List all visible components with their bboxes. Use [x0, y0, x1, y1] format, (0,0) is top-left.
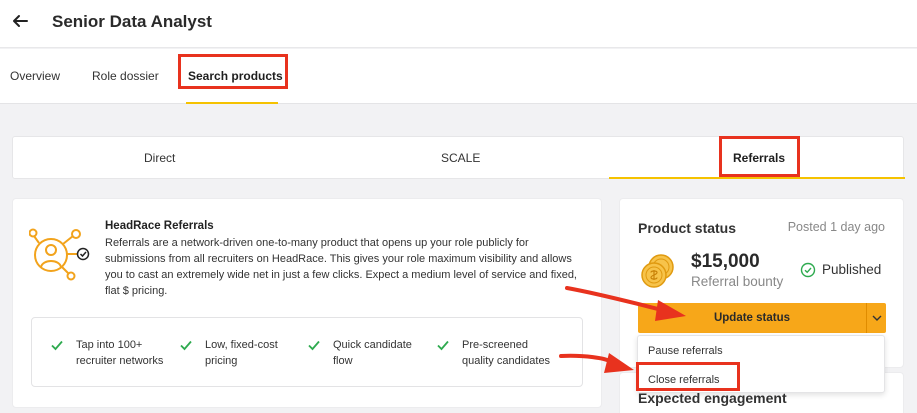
- tab-role-dossier[interactable]: Role dossier: [92, 69, 159, 83]
- tab-overview[interactable]: Overview: [10, 69, 60, 83]
- referrals-info-card: HeadRace Referrals Referrals are a netwo…: [12, 198, 602, 408]
- feature-line: quality candidates: [462, 355, 551, 367]
- feature-line: Tap into 100+: [76, 339, 143, 351]
- feature-item: Low, fixed-cost pricing: [180, 337, 278, 369]
- role-tabs: Overview Role dossier Search products: [0, 49, 917, 104]
- active-tab-underline: [186, 102, 278, 104]
- ptab-direct[interactable]: Direct: [144, 151, 175, 165]
- check-icon: [180, 340, 192, 351]
- feature-item: Pre-screened quality candidates: [437, 337, 551, 369]
- update-status-button[interactable]: Update status: [638, 303, 866, 333]
- coins-icon: [641, 254, 674, 288]
- feature-line: flow: [333, 355, 353, 367]
- bounty-amount: $15,000: [691, 251, 760, 272]
- feature-line: Quick candidate: [333, 339, 412, 351]
- highlight-box-referrals: [719, 136, 800, 177]
- back-arrow-icon[interactable]: [10, 11, 30, 31]
- ptab-scale[interactable]: SCALE: [441, 151, 480, 165]
- status-badge: Published: [822, 262, 882, 277]
- feature-item: Quick candidate flow: [308, 337, 412, 369]
- page-title: Senior Data Analyst: [52, 12, 212, 31]
- feature-line: Low, fixed-cost: [205, 339, 278, 351]
- menu-item-pause-referrals[interactable]: Pause referrals: [648, 345, 723, 357]
- active-ptab-underline: [609, 177, 905, 179]
- chevron-down-icon: [872, 315, 882, 321]
- info-description: Referrals are a network-driven one-to-ma…: [105, 237, 577, 297]
- check-icon: [51, 340, 63, 351]
- info-title: HeadRace Referrals: [105, 220, 214, 232]
- published-check-icon: [800, 262, 816, 278]
- check-icon: [308, 340, 320, 351]
- page-header: Senior Data Analyst: [0, 0, 917, 48]
- check-icon: [437, 340, 449, 351]
- feature-line: Pre-screened: [462, 339, 529, 351]
- feature-list: Tap into 100+ recruiter networks Low, fi…: [31, 317, 583, 387]
- posted-time: Posted 1 day ago: [787, 220, 885, 234]
- status-title: Product status: [638, 220, 737, 236]
- update-status-dropdown-toggle[interactable]: [866, 303, 886, 333]
- feature-line: pricing: [205, 355, 238, 367]
- feature-line: recruiter networks: [76, 355, 164, 367]
- referral-network-icon: [29, 228, 90, 281]
- highlight-box-close-referrals: [636, 362, 740, 391]
- bounty-label: Referral bounty: [691, 274, 784, 289]
- feature-item: Tap into 100+ recruiter networks: [51, 337, 164, 369]
- highlight-box-search-products: [178, 54, 288, 89]
